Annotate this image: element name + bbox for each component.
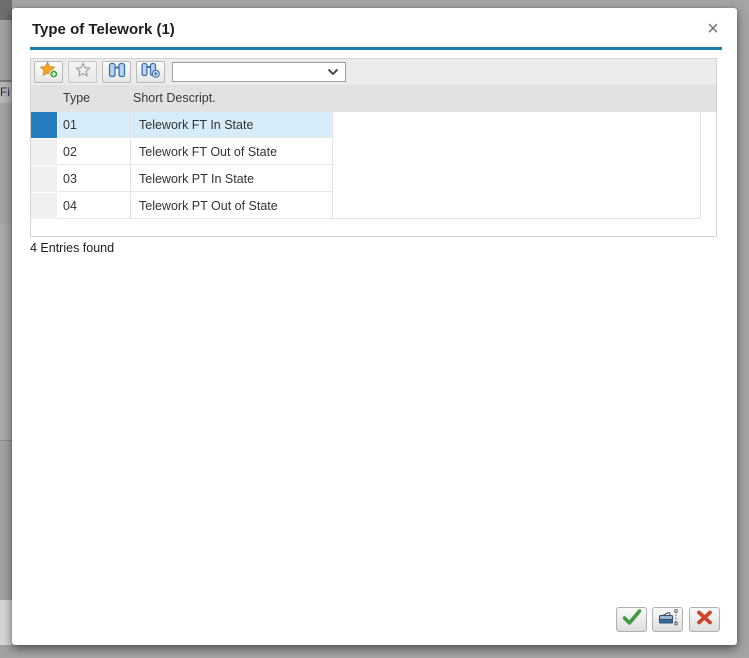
close-icon[interactable]: ×	[702, 18, 724, 40]
type-cell[interactable]: 03	[58, 166, 130, 192]
short-descript-cell[interactable]: Telework FT Out of State	[130, 139, 332, 165]
star-plus-icon	[39, 60, 59, 84]
table-row[interactable]: 03 Telework PT In State	[31, 166, 332, 193]
value-help-dialog: Type of Telework (1) × Type Short Descri…	[12, 8, 737, 645]
background-bar	[0, 224, 12, 371]
print-button[interactable]	[652, 607, 683, 632]
binoculars-icon	[108, 62, 126, 83]
background-bar	[0, 103, 12, 132]
find-next-button[interactable]	[136, 61, 165, 83]
row-selector-cell[interactable]	[31, 139, 57, 165]
background-bar	[0, 162, 12, 225]
row-selector-cell[interactable]	[31, 193, 57, 219]
table-row[interactable]: 04 Telework PT Out of State	[31, 193, 332, 220]
dialog-title: Type of Telework (1)	[32, 21, 175, 38]
chevron-down-icon	[327, 63, 339, 81]
column-header-short-descript: Short Descript.	[133, 91, 216, 105]
printer-icon	[656, 608, 679, 632]
row-selector-cell[interactable]	[31, 112, 57, 138]
insert-in-personal-list-button[interactable]	[34, 60, 63, 84]
short-descript-cell[interactable]: Telework PT In State	[130, 166, 332, 192]
find-button[interactable]	[102, 61, 131, 83]
table-row[interactable]: 02 Telework FT Out of State	[31, 139, 332, 166]
row-selector-cell[interactable]	[31, 166, 57, 192]
background-dark-corner	[0, 0, 12, 20]
short-descript-cell[interactable]: Telework PT Out of State	[130, 193, 332, 219]
background-clipped-label: Fi	[0, 80, 12, 105]
type-cell[interactable]: 01	[58, 112, 130, 138]
value-help-panel: Type Short Descript. 01 Telework FT In S…	[30, 58, 717, 237]
short-descript-cell[interactable]: Telework FT In State	[130, 112, 332, 138]
screen: Fi Type of Telework (1) × Type Short Des…	[0, 0, 749, 658]
column-header-type: Type	[63, 91, 91, 105]
background-light-area	[0, 600, 12, 645]
title-accent-line	[30, 47, 722, 50]
type-cell[interactable]: 02	[58, 139, 130, 165]
background-window-edge: Fi	[0, 0, 12, 658]
table-header-row: Type Short Descript.	[31, 85, 716, 112]
background-bar	[0, 370, 12, 441]
star-disabled-icon	[74, 61, 92, 83]
type-cell[interactable]: 04	[58, 193, 130, 219]
delete-from-personal-list-button	[68, 61, 97, 83]
accept-button[interactable]	[616, 607, 647, 632]
table-body: 01 Telework FT In State 02 Telework FT O…	[31, 112, 716, 236]
background-bar	[0, 131, 12, 163]
cancel-button[interactable]	[689, 607, 720, 632]
binoculars-plus-icon	[141, 62, 160, 83]
restriction-dropdown[interactable]	[172, 62, 346, 82]
empty-detail-area	[332, 112, 701, 219]
toolbar	[31, 59, 716, 85]
green-check-icon	[621, 608, 643, 631]
table-row[interactable]: 01 Telework FT In State	[31, 112, 332, 139]
red-x-icon	[696, 610, 713, 630]
entries-found-status: 4 Entries found	[30, 241, 115, 255]
